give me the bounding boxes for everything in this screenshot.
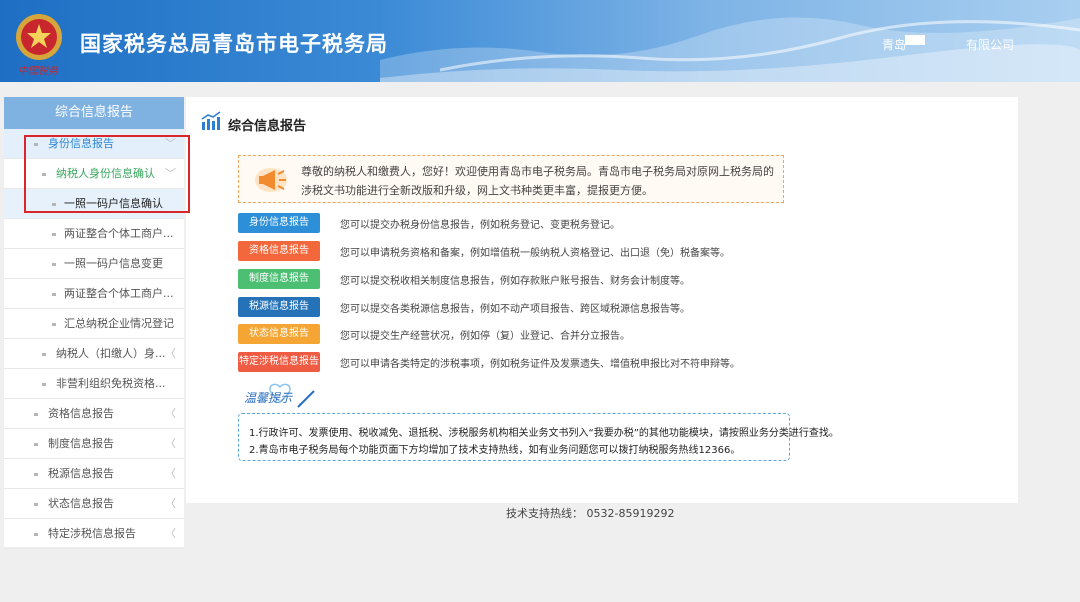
sidebar-item-label: 非营利组织免税资格... [56,377,166,390]
sidebar-item-label: 税源信息报告 [48,467,114,480]
tax-emblem-icon [16,14,62,60]
support-hotline: 技术支持热线： 0532-85919292 [506,507,675,520]
chevron-left-icon: 〈 [165,467,176,480]
bullet-icon [52,323,56,326]
user-name-mask [905,35,925,45]
sidebar-item-withholding-identity[interactable]: 纳税人（扣缴人）身... 〈 [4,339,184,369]
top-header: 中国税务 国家税务总局青岛市电子税务局 青岛 有限公司 [0,0,1080,82]
megaphone-icon [255,168,287,192]
tip-line: 2.青岛市电子税务局每个功能页面下方均增加了技术支持热线，如有业务问题您可以拨打… [249,445,741,456]
sidebar-item-label: 资格信息报告 [48,407,114,420]
bullet-icon [34,443,38,446]
identity-report-button[interactable]: 身份信息报告 [238,213,320,233]
bullet-icon [34,413,38,416]
category-description: 您可以申请税务资格和备案，例如增值税一般纳税人资格登记、出口退（免）税备案等。 [340,248,730,259]
category-description: 您可以提交税收相关制度信息报告，例如存款账户账号报告、财务会计制度等。 [340,276,690,287]
system-report-button[interactable]: 制度信息报告 [238,269,320,289]
welcome-notice: 尊敬的纳税人和缴费人，您好！欢迎使用青岛市电子税务局。青岛市电子税务局对原网上税… [238,155,784,203]
bar-chart-trend-icon [201,111,221,130]
tip-line: 1.行政许可、发票使用、税收减免、退抵税、涉税服务机构相关业务文书列入“我要办税… [249,428,839,439]
sidebar-item-nonprofit-exemption[interactable]: 非营利组织免税资格... [4,369,184,399]
bullet-icon [52,263,56,266]
chevron-left-icon: 〈 [165,347,176,360]
sidebar-item-label: 纳税人（扣缴人）身... [56,347,166,360]
sidebar-item-two-cert-individual[interactable]: 两证整合个体工商户... [4,219,184,249]
sidebar-item-qualification-report[interactable]: 资格信息报告 〈 [4,399,184,429]
category-description: 您可以申请各类特定的涉税事项，例如税务证件及发票遗失、增值税申报比对不符申辩等。 [340,359,740,370]
site-title: 国家税务总局青岛市电子税务局 [80,32,388,56]
highlight-annotation-box [24,135,190,213]
bullet-icon [34,533,38,536]
sidebar-item-two-cert-individual-2[interactable]: 两证整合个体工商户... [4,279,184,309]
chevron-left-icon: 〈 [165,407,176,420]
user-name[interactable]: 青岛 [882,36,906,53]
category-description: 您可以提交办税身份信息报告，例如税务登记、变更税务登记。 [340,220,620,231]
bullet-icon [34,503,38,506]
sidebar-item-label: 特定涉税信息报告 [48,527,136,540]
sidebar-item-status-report[interactable]: 状态信息报告 〈 [4,489,184,519]
sidebar-item-consolidated-tax-registration[interactable]: 汇总纳税企业情况登记 [4,309,184,339]
sidebar-heading[interactable]: 综合信息报告 [4,97,184,129]
sidebar-item-system-report[interactable]: 制度信息报告 〈 [4,429,184,459]
company-name[interactable]: 有限公司 [966,36,1014,53]
bullet-icon [34,473,38,476]
tax-source-report-button[interactable]: 税源信息报告 [238,297,320,317]
welcome-text: 尊敬的纳税人和缴费人，您好！欢迎使用青岛市电子税务局。青岛市电子税务局对原网上税… [301,165,774,197]
main-content-panel: 综合信息报告 尊敬的纳税人和缴费人，您好！欢迎使用青岛市电子税务局。青岛市电子税… [186,97,1018,503]
tips-box: 1.行政许可、发票使用、税收减免、退抵税、涉税服务机构相关业务文书列入“我要办税… [238,413,839,461]
status-report-button[interactable]: 状态信息报告 [238,324,320,344]
sidebar-item-tax-source-report[interactable]: 税源信息报告 〈 [4,459,184,489]
chevron-left-icon: 〈 [165,527,176,540]
category-description: 您可以提交各类税源信息报告，例如不动产项目报告、跨区域税源信息报告等。 [340,304,690,315]
bullet-icon [42,383,46,386]
sidebar-item-label: 状态信息报告 [48,497,114,510]
category-description: 您可以提交生产经营状况，例如停（复）业登记、合并分立报告。 [340,331,630,342]
qualification-report-button[interactable]: 资格信息报告 [238,241,320,261]
emblem-text: 中国税务 [18,66,58,77]
sidebar-item-label: 制度信息报告 [48,437,114,450]
sidebar-item-label: 两证整合个体工商户... [64,227,174,240]
warm-tip-logo: 温馨提示 [244,383,315,408]
specific-tax-report-button[interactable]: 特定涉税信息报告 [238,352,320,372]
sidebar-item-specific-tax-report[interactable]: 特定涉税信息报告 〈 [4,519,184,549]
bullet-icon [42,353,46,356]
page-title: 综合信息报告 [228,119,307,134]
warm-tip-logo-text: 温馨提示 [244,391,293,405]
bullet-icon [52,233,56,236]
chevron-left-icon: 〈 [165,497,176,510]
chevron-left-icon: 〈 [165,437,176,450]
sidebar-item-label: 一照一码户信息变更 [64,257,163,270]
bullet-icon [52,293,56,296]
sidebar-item-one-license-change[interactable]: 一照一码户信息变更 [4,249,184,279]
sidebar-item-label: 两证整合个体工商户... [64,287,174,300]
sidebar-item-label: 汇总纳税企业情况登记 [64,317,174,330]
